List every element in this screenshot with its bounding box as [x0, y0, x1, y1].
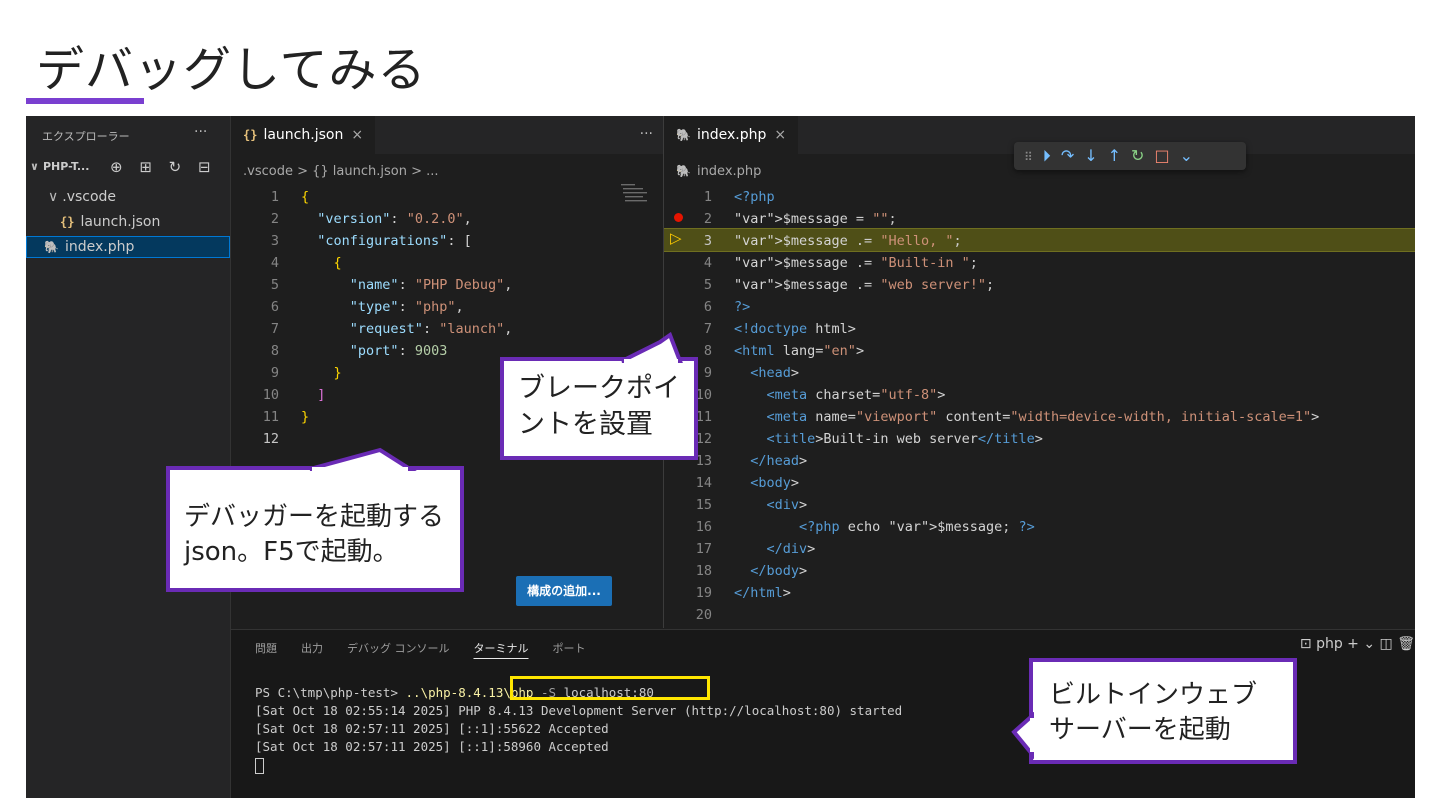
tab-terminal[interactable]: ターミナル [474, 642, 529, 655]
chevron-down-icon: ∨ [48, 189, 59, 205]
code-line: 10 <meta charset="utf-8"> [695, 387, 946, 403]
panel-tabs: 問題 出力 デバッグ コンソール ターミナル ポート [255, 640, 610, 656]
code-line: 2 "var">$message = ""; [703, 211, 897, 227]
code-line: 17 </div> [695, 541, 816, 557]
code-line: 8 <html lang="en"> [703, 343, 865, 359]
code-line: 12 <title>Built-in web server</title> [695, 431, 1043, 447]
add-configuration-button[interactable]: 構成の追加... [516, 576, 612, 606]
code-line: 5 "var">$message .= "web server!"; [703, 277, 995, 293]
code-line: 18 </body> [695, 563, 808, 579]
chevron-down-icon[interactable]: ⌄ [1180, 146, 1193, 165]
callout-pointer [309, 447, 417, 471]
php-file-icon: 🐘 [676, 164, 691, 178]
project-folder[interactable]: ∨ PHP-T... [30, 160, 89, 173]
chevron-down-icon: ∨ [30, 160, 39, 173]
callout-pointer [1011, 712, 1034, 760]
continue-icon[interactable]: ⏵ [1043, 146, 1051, 165]
callout-text: デバッガーを起動するjson。F5で起動。 [184, 502, 445, 568]
tree-item-launch-json[interactable]: {} launch.json [26, 211, 264, 233]
tab-debug-console[interactable]: デバッグ コンソール [347, 642, 450, 655]
code-line: 3 "var">$message .= "Hello, "; [703, 233, 962, 249]
tree-item-label: launch.json [80, 214, 161, 230]
code-line: 2 "version": "0.2.0", [270, 211, 472, 227]
code-line: 1 <?php [703, 189, 775, 205]
code-line: 14 <body> [695, 475, 800, 491]
code-line: 9 <head> [703, 365, 800, 381]
right-editor: 🐘 index.php × 🐘 index.php ▷ 1 <?php 2 "var">$m… [664, 116, 1415, 628]
code-line: 13 </head> [695, 453, 808, 469]
explorer-sidebar: エクスプローラー ··· ∨ PHP-T... ⊕ ⊞ ↻ ⊟ ∨ .vscode … [26, 116, 231, 798]
code-line: 15 <div> [695, 497, 808, 513]
tree-item-vscode[interactable]: ∨ .vscode [26, 186, 252, 208]
callout-pointer [621, 332, 683, 364]
callout-launch: デバッガーを起動するjson。F5で起動。 [166, 466, 464, 592]
code-line: 5 "name": "PHP Debug", [270, 277, 513, 293]
code-line: 8 "port": 9003 [270, 343, 448, 359]
tab-index-php[interactable]: 🐘 index.php × [664, 116, 799, 154]
callout-text: ビルトインウェブサーバーを起動 [1049, 680, 1258, 746]
slide-title: デバッグしてみる [36, 42, 427, 98]
json-file-icon: {} [243, 128, 258, 142]
close-icon[interactable]: × [774, 127, 786, 143]
editor-more-icon[interactable]: ··· [640, 126, 653, 142]
callout-text: ブレークポイントを設置 [518, 373, 680, 441]
code-line: 1{ [270, 189, 310, 205]
code-line: 20 [695, 607, 712, 623]
php-file-icon: 🐘 [676, 128, 691, 142]
terminal-prompt: PS C:\tmp\php-test> [255, 685, 406, 700]
code-line: 4 { [270, 255, 342, 271]
code-line: 19 </html> [695, 585, 791, 601]
code-line: 7 <!doctype html> [703, 321, 856, 337]
step-over-icon[interactable]: ↷ [1061, 146, 1074, 165]
tab-output[interactable]: 出力 [301, 642, 323, 655]
tab-launch-json[interactable]: {} launch.json × [231, 116, 376, 154]
tab-ports[interactable]: ポート [553, 642, 586, 655]
tree-item-index-php[interactable]: 🐘 index.php [26, 236, 230, 258]
code-line: 11 <meta name="viewport" content="width=… [695, 409, 1320, 425]
code-area[interactable]: 1 <?php 2 "var">$message = ""; 3 "var">$messa… [664, 186, 1320, 626]
json-file-icon: {} [60, 215, 75, 229]
left-tab-bar: {} launch.json × ··· [231, 116, 663, 154]
tab-problems[interactable]: 問題 [255, 642, 277, 655]
explorer-more-icon[interactable]: ··· [194, 124, 207, 140]
code-line: 7 "request": "launch", [270, 321, 513, 337]
code-line: 10 ] [262, 387, 326, 403]
tab-label: index.php [696, 127, 767, 143]
title-underline [26, 98, 144, 104]
terminal-cursor [255, 756, 902, 774]
project-label: PHP-T... [42, 160, 90, 173]
php-file-icon: 🐘 [44, 240, 59, 254]
code-line: 4 "var">$message .= "Built-in "; [703, 255, 978, 271]
step-into-icon[interactable]: ↓ [1084, 146, 1097, 165]
debug-toolbar: ⠿ ⏵ ↷ ↓ ↑ ↻ □ ⌄ [1014, 142, 1246, 170]
tab-label: launch.json [263, 127, 344, 143]
explorer-actions[interactable]: ⊕ ⊞ ↻ ⊟ [110, 158, 217, 176]
drag-handle-icon[interactable]: ⠿ [1024, 150, 1033, 164]
restart-icon[interactable]: ↻ [1131, 146, 1144, 165]
code-line: 6 ?> [703, 299, 751, 315]
callout-breakpoint: ブレークポイントを設置 [500, 357, 698, 460]
terminal-line: [Sat Oct 18 02:57:11 2025] [::1]:58960 A… [255, 739, 609, 754]
code-line: 6 "type": "php", [270, 299, 464, 315]
code-area[interactable]: 1{ 2 "version": "0.2.0", 3 "configurations… [231, 186, 513, 450]
code-line: 9 } [270, 365, 342, 381]
breadcrumb-label: index.php [696, 164, 762, 179]
breadcrumb[interactable]: .vscode > {} launch.json > ... [243, 164, 439, 179]
terminal-line: [Sat Oct 18 02:57:11 2025] [::1]:55622 A… [255, 721, 609, 736]
code-line: 3 "configurations": [ [270, 233, 472, 249]
minimap [621, 184, 647, 202]
command-highlight-box [510, 676, 710, 700]
stop-icon[interactable]: □ [1154, 146, 1169, 165]
explorer-header: エクスプローラー [42, 130, 130, 143]
tree-item-label: index.php [64, 239, 135, 255]
callout-server: ビルトインウェブサーバーを起動 [1029, 658, 1297, 764]
terminal-actions[interactable]: ⊡ php + ⌄ ◫ 🗑 [1300, 636, 1415, 652]
breadcrumb[interactable]: 🐘 index.php [676, 164, 761, 179]
step-out-icon[interactable]: ↑ [1108, 146, 1121, 165]
code-line: 16 <?php echo "var">$message; ?> [695, 519, 1035, 535]
tree-item-label: .vscode [62, 189, 117, 205]
code-line: 11} [262, 409, 310, 425]
terminal-line: [Sat Oct 18 02:55:14 2025] PHP 8.4.13 De… [255, 703, 903, 718]
close-icon[interactable]: × [351, 127, 363, 143]
